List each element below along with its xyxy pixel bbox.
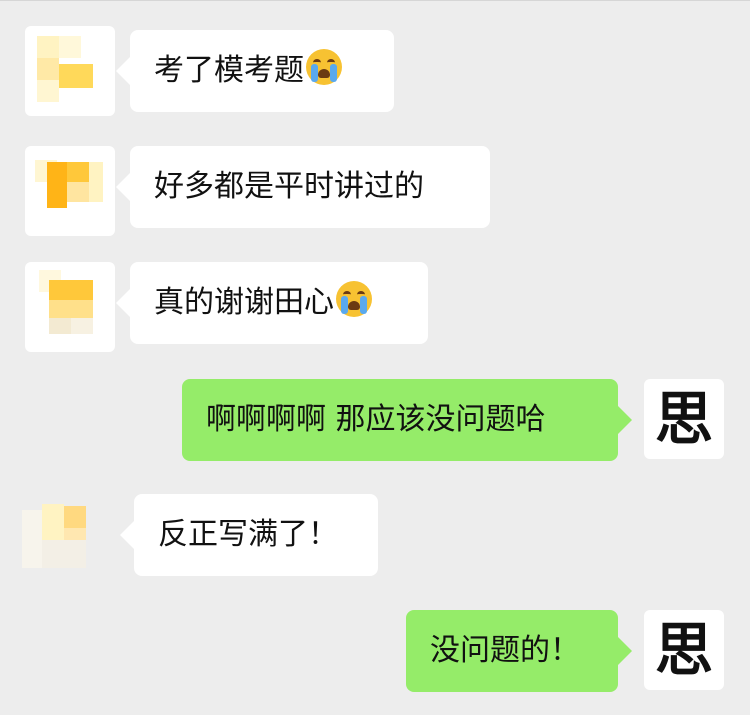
contact-avatar[interactable] bbox=[18, 494, 108, 584]
avatar-mosaic-block bbox=[89, 162, 103, 202]
message-text: 好多都是平时讲过的 bbox=[154, 169, 424, 204]
message-row: 啊啊啊啊 那应该没问题哈 思 bbox=[0, 379, 750, 463]
message-text: 真的谢谢田心 bbox=[154, 285, 334, 320]
avatar-mosaic-block bbox=[42, 540, 86, 568]
message-text: 啊啊啊啊 那应该没问题哈 bbox=[206, 402, 546, 437]
avatar-mosaic-block bbox=[49, 300, 93, 318]
avatar-mosaic-block bbox=[59, 36, 81, 58]
avatar-mosaic-block bbox=[59, 64, 93, 88]
contact-avatar[interactable] bbox=[25, 146, 115, 236]
avatar-mosaic-block bbox=[64, 506, 86, 528]
incoming-message-bubble[interactable]: 好多都是平时讲过的 bbox=[116, 146, 490, 228]
avatar-mosaic-block bbox=[67, 182, 89, 202]
message-text: 考了模考题 bbox=[154, 53, 304, 88]
avatar-mosaic-block bbox=[71, 318, 93, 334]
incoming-message-bubble[interactable]: 反正写满了！ bbox=[120, 494, 378, 576]
loudly-crying-face-icon bbox=[306, 49, 342, 85]
avatar-mosaic-block bbox=[37, 36, 59, 58]
outgoing-message-bubble[interactable]: 啊啊啊啊 那应该没问题哈 bbox=[182, 379, 632, 461]
avatar-mosaic-block bbox=[49, 280, 93, 300]
message-row: 反正写满了！ bbox=[0, 494, 750, 578]
self-avatar[interactable]: 思 bbox=[644, 379, 724, 459]
avatar-mosaic-block bbox=[47, 162, 67, 208]
message-text: 没问题的！ bbox=[430, 633, 580, 668]
contact-avatar[interactable] bbox=[25, 262, 115, 352]
outgoing-message-bubble[interactable]: 没问题的！ bbox=[406, 610, 632, 692]
avatar-mosaic-block bbox=[42, 504, 64, 540]
message-row: 没问题的！ 思 bbox=[0, 610, 750, 694]
self-avatar[interactable]: 思 bbox=[644, 610, 724, 690]
incoming-message-bubble[interactable]: 真的谢谢田心 bbox=[116, 262, 428, 344]
avatar-mosaic-block bbox=[67, 162, 89, 182]
incoming-message-bubble[interactable]: 考了模考题 bbox=[116, 30, 394, 112]
message-text: 反正写满了！ bbox=[158, 517, 338, 552]
message-row: 好多都是平时讲过的 bbox=[0, 146, 750, 236]
avatar-mosaic-block bbox=[22, 510, 42, 568]
avatar-mosaic-block bbox=[49, 318, 71, 334]
self-avatar-glyph: 思 bbox=[654, 616, 713, 684]
message-row: 真的谢谢田心 bbox=[0, 262, 750, 352]
loudly-crying-face-icon bbox=[336, 281, 372, 317]
avatar-mosaic-block bbox=[37, 80, 59, 102]
contact-avatar[interactable] bbox=[25, 26, 115, 116]
top-divider bbox=[0, 0, 750, 1]
message-row: 考了模考题 bbox=[0, 26, 750, 116]
self-avatar-glyph: 思 bbox=[654, 385, 713, 453]
avatar-mosaic-block bbox=[37, 58, 59, 80]
